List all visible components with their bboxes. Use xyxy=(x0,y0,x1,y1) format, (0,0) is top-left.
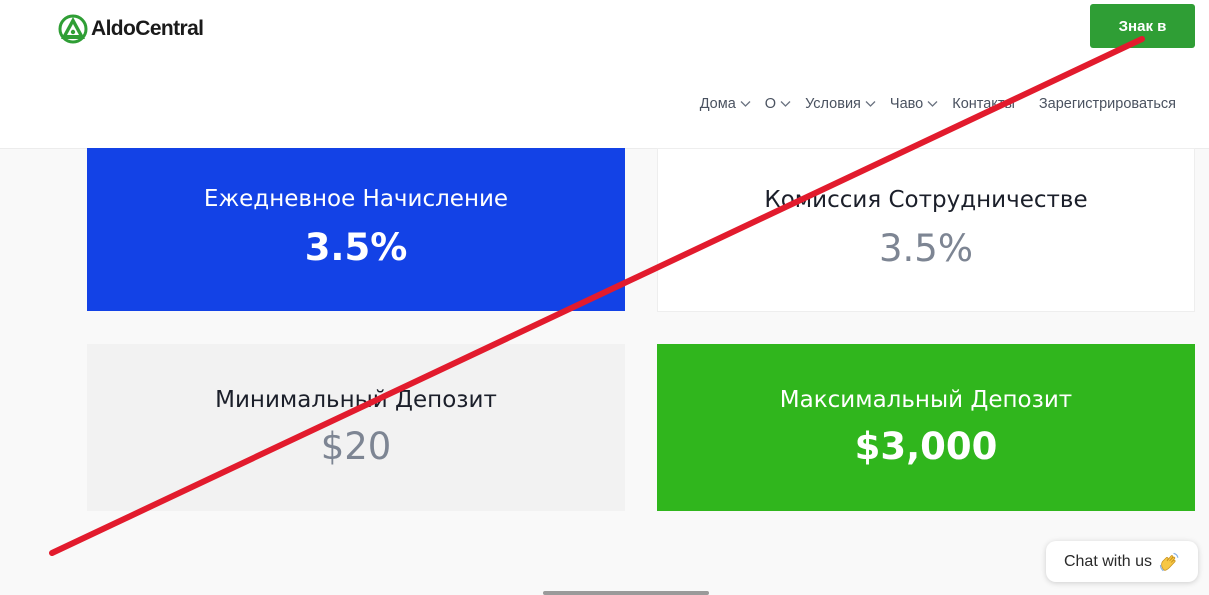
logo-icon xyxy=(58,14,88,44)
nav-item-contacts[interactable]: Контакты xyxy=(952,96,1015,112)
horizontal-scrollbar[interactable] xyxy=(543,591,709,595)
logo[interactable]: AldoCentral xyxy=(57,12,204,46)
chevron-down-icon xyxy=(740,101,751,107)
card-value: 3.5% xyxy=(304,226,408,269)
partnership-commission-card: Комиссия Сотрудничестве 3.5% xyxy=(657,148,1195,312)
nav-item-label: Зарегистрироваться xyxy=(1038,96,1176,112)
card-value: $20 xyxy=(320,425,392,468)
nav-item-label: Условия xyxy=(805,96,861,112)
daily-accrual-card: Ежедневное Начисление 3.5% xyxy=(87,148,625,311)
nav-item-label: Дома xyxy=(699,96,736,112)
maximum-deposit-card: Максимальный Депозит $3,000 xyxy=(657,344,1195,511)
card-title: Минимальный Депозит xyxy=(215,387,497,413)
site-header: AldoCentral Знак в Дома О Условия Чаво К… xyxy=(0,0,1209,149)
card-value: $3,000 xyxy=(854,425,998,468)
chevron-down-icon xyxy=(865,101,876,107)
waving-hand-icon xyxy=(1158,551,1180,573)
sign-in-button[interactable]: Знак в xyxy=(1090,4,1195,48)
chevron-down-icon xyxy=(780,101,791,107)
chat-label: Chat with us xyxy=(1063,552,1153,570)
nav-item-faq[interactable]: Чаво xyxy=(890,96,938,112)
chevron-down-icon xyxy=(927,101,938,107)
nav-item-register[interactable]: Зарегистрироваться xyxy=(1039,96,1176,112)
card-title: Комиссия Сотрудничестве xyxy=(764,187,1088,213)
nav-item-label: О xyxy=(764,96,777,112)
nav-item-label: Контакты xyxy=(952,96,1015,112)
card-title: Максимальный Депозит xyxy=(779,387,1073,413)
main-nav: Дома О Условия Чаво Контакты Зарегистрир… xyxy=(686,96,1176,112)
card-title: Ежедневное Начисление xyxy=(203,186,509,212)
nav-item-terms[interactable]: Условия xyxy=(805,96,876,112)
logo-text: AldoCentral xyxy=(91,17,204,40)
card-value: 3.5% xyxy=(879,227,973,270)
nav-item-about[interactable]: О xyxy=(765,96,791,112)
nav-item-home[interactable]: Дома xyxy=(700,96,751,112)
chat-widget-button[interactable]: Chat with us xyxy=(1046,541,1198,582)
nav-item-label: Чаво xyxy=(889,96,924,112)
minimum-deposit-card: Минимальный Депозит $20 xyxy=(87,344,625,511)
